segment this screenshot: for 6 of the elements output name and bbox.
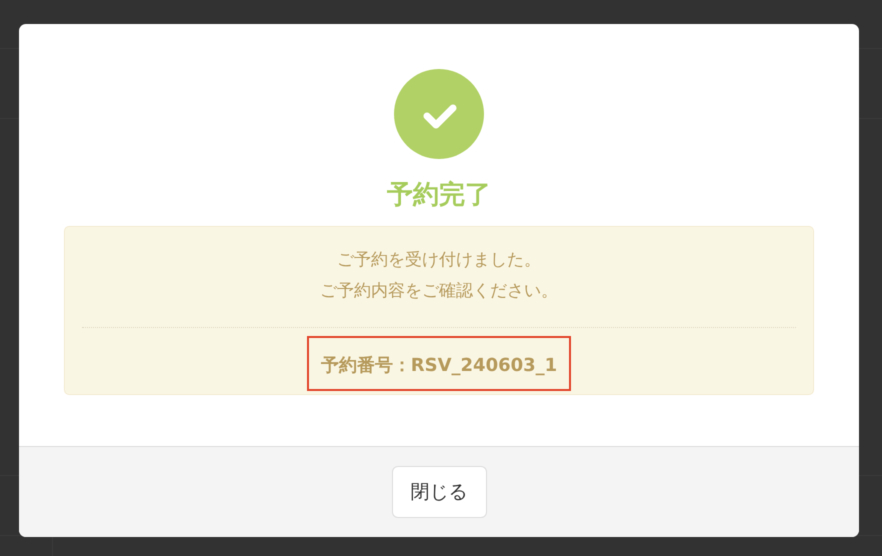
check-circle-icon: [394, 69, 484, 159]
message-line: ご予約を受け付けました。: [336, 249, 542, 272]
message-line: ご予約内容をご確認ください。: [320, 280, 558, 303]
reservation-number: 予約番号：RSV_240603_1: [306, 336, 572, 391]
dialog-title: 予約完了: [387, 179, 491, 212]
close-button[interactable]: 閉じる: [392, 466, 486, 518]
